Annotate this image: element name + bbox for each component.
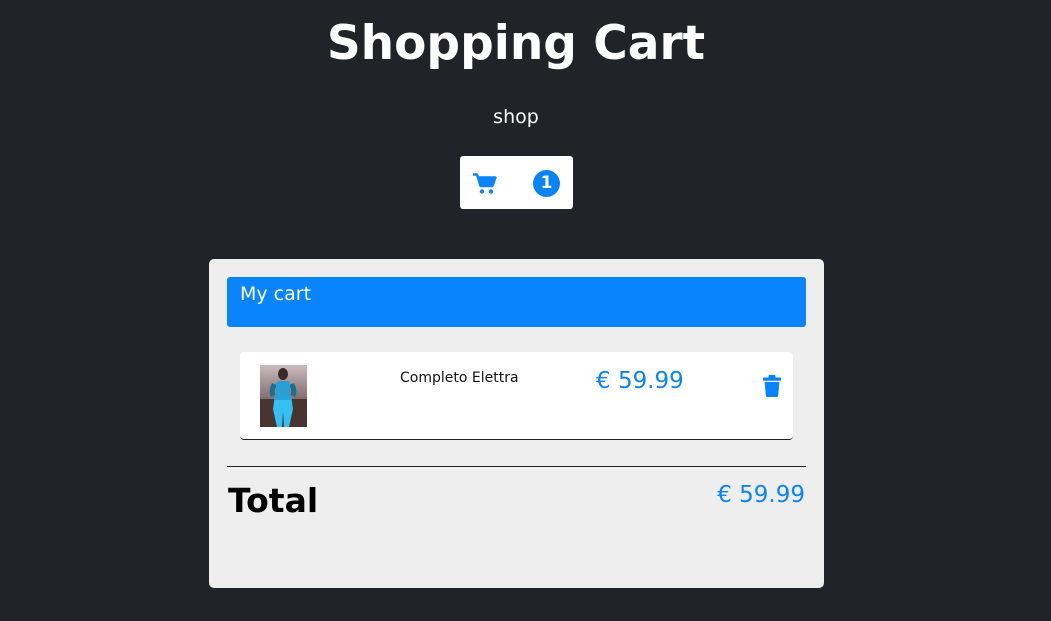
cart-count-badge: 1 <box>533 170 560 197</box>
cart-panel-header: My cart <box>227 277 806 327</box>
cart-item: Completo Elettra € 59.99 <box>240 352 793 440</box>
product-image[interactable] <box>260 365 307 427</box>
shop-link[interactable]: shop <box>0 105 1032 129</box>
item-price: € 59.99 <box>596 368 684 394</box>
total-label: Total <box>228 481 319 520</box>
cart-icon <box>473 173 497 194</box>
page-title: Shopping Cart <box>326 16 706 71</box>
item-name: Completo Elettra <box>400 370 519 386</box>
cart-panel: My cart Completo Elettra € 59.99 Total €… <box>209 259 824 588</box>
divider <box>227 466 806 467</box>
page: Shopping Cart shop 1 My cart Completo El… <box>0 0 1051 621</box>
total-value: € 59.99 <box>717 482 805 508</box>
cart-panel-title: My cart <box>240 283 312 305</box>
trash-icon[interactable] <box>762 375 782 397</box>
cart-button[interactable]: 1 <box>460 156 573 209</box>
